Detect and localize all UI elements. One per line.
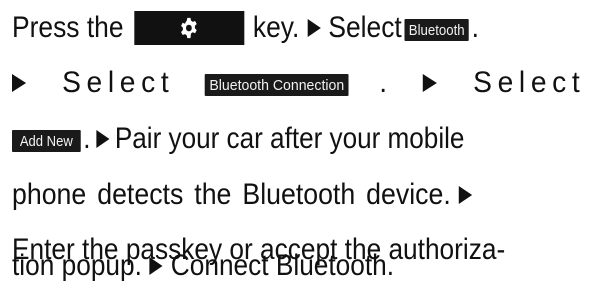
step-arrow-icon xyxy=(423,74,438,92)
step-arrow-icon xyxy=(12,74,27,92)
instruction-line-1: Press the key. Select Bluetooth . xyxy=(12,8,479,48)
instruction-line-2: Select Bluetooth Connection . Select xyxy=(12,63,585,103)
instruction-line-4: phone detects the Bluetooth device. xyxy=(12,175,480,215)
select-text: Select xyxy=(328,11,402,44)
add-new-button: Add New xyxy=(12,130,81,152)
gear-icon xyxy=(181,17,197,39)
step-arrow-icon xyxy=(307,19,321,37)
select-text: Select xyxy=(473,66,586,99)
step-arrow-icon xyxy=(149,257,163,275)
instruction-line-6-content: tion popup. Connect Bluetooth. xyxy=(12,246,394,286)
key-text: key. xyxy=(252,11,300,44)
settings-key xyxy=(134,11,245,45)
period: . xyxy=(379,66,388,99)
bluetooth-menu-button: Bluetooth xyxy=(404,19,469,41)
step-arrow-icon xyxy=(458,186,473,204)
press-text: Press the xyxy=(12,11,124,44)
period: . xyxy=(471,11,479,44)
bluetooth-connection-button: Bluetooth Connection xyxy=(204,74,349,96)
popup-text: tion popup. xyxy=(12,249,142,282)
instruction-page: Press the key. Select Bluetooth . Select… xyxy=(0,0,600,299)
detect-device-text: phone detects the Bluetooth device. xyxy=(12,178,451,211)
period: . xyxy=(83,122,91,155)
connect-bluetooth-text: Connect Bluetooth. xyxy=(170,249,395,282)
select-text: Select xyxy=(62,66,175,99)
pair-car-text: Pair your car after your mobile xyxy=(114,122,465,155)
instruction-line-3: Add New . Pair your car after your mobil… xyxy=(12,119,464,159)
step-arrow-icon xyxy=(96,130,110,148)
